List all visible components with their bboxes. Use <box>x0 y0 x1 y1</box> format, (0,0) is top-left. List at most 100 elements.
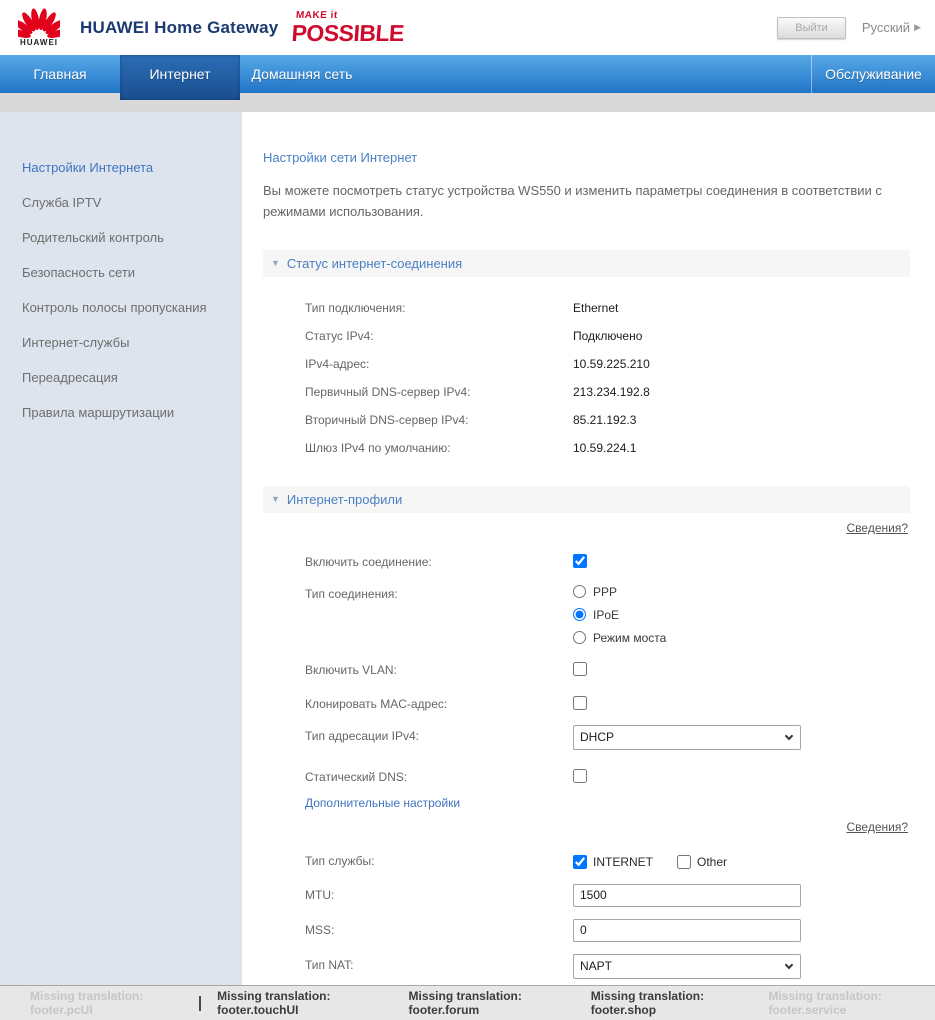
slogan-bottom-text: POSSIBLE <box>291 22 405 45</box>
ipv4-addressing-row: Тип адресации IPv4: DHCP <box>263 725 910 750</box>
field-label: Тип службы: <box>305 850 573 868</box>
bridge-mode-radio[interactable] <box>573 631 586 644</box>
status-value: 10.59.225.210 <box>573 357 650 371</box>
huawei-logo: HUAWEI <box>16 8 62 47</box>
mtu-input[interactable] <box>573 884 801 907</box>
sidebar-item-parental-control[interactable]: Родительский контроль <box>0 224 242 251</box>
sidebar-item-internet-services[interactable]: Интернет-службы <box>0 329 242 356</box>
huawei-logo-text: HUAWEI <box>20 38 58 47</box>
status-label: Первичный DNS-сервер IPv4: <box>305 385 573 399</box>
enable-connection-checkbox[interactable] <box>573 554 587 568</box>
details-row: Сведения? <box>263 818 908 836</box>
language-selector[interactable]: Русский ▶ <box>862 20 921 35</box>
static-dns-row: Статический DNS: <box>263 766 910 786</box>
status-label: Статус IPv4: <box>305 329 573 343</box>
sidebar-item-network-security[interactable]: Безопасность сети <box>0 259 242 286</box>
radio-label: Режим моста <box>593 631 666 645</box>
sidebar-item-routing-rules[interactable]: Правила маршрутизации <box>0 399 242 426</box>
nat-type-select[interactable]: NAPT <box>573 954 801 979</box>
ipoe-radio[interactable] <box>573 608 586 621</box>
field-label: Тип соединения: <box>305 583 573 601</box>
radio-label: PPP <box>593 585 617 599</box>
section-title: Настройки сети Интернет <box>263 150 910 165</box>
field-label: Включить соединение: <box>305 551 573 569</box>
footer-item-touchui[interactable]: Missing translation: footer.touchUI <box>217 989 386 1017</box>
page-title: HUAWEI Home Gateway <box>80 18 278 38</box>
chevron-right-icon: ▶ <box>914 22 921 33</box>
details-link[interactable]: Сведения? <box>847 521 909 535</box>
status-section-header[interactable]: ▼ Статус интернет-соединения <box>263 250 910 277</box>
checkbox-label: Other <box>697 855 727 869</box>
ppp-radio[interactable] <box>573 585 586 598</box>
sidebar: Настройки Интернета Служба IPTV Родитель… <box>0 112 242 985</box>
footer: Missing translation: footer.pcUI Missing… <box>0 985 935 1020</box>
field-label: Статический DNS: <box>305 766 573 784</box>
slogan-top-text: MAKE it <box>296 11 406 21</box>
status-section-title: Статус интернет-соединения <box>287 256 462 271</box>
status-row: Первичный DNS-сервер IPv4:213.234.192.8 <box>305 378 910 406</box>
collapse-triangle-icon: ▼ <box>271 494 280 504</box>
enable-vlan-row: Включить VLAN: <box>263 659 910 679</box>
field-label: MSS: <box>305 919 573 937</box>
clone-mac-row: Клонировать MAC-адрес: <box>263 693 910 713</box>
enable-connection-row: Включить соединение: <box>263 551 910 571</box>
radio-label: IPoE <box>593 608 619 622</box>
radio-option-bridge[interactable]: Режим моста <box>573 631 666 645</box>
main-panel: Настройки сети Интернет Вы можете посмот… <box>242 112 935 985</box>
clone-mac-checkbox[interactable] <box>573 696 587 710</box>
logout-button[interactable]: Выйти <box>777 17 846 39</box>
status-label: Тип подключения: <box>305 301 573 315</box>
footer-item-shop[interactable]: Missing translation: footer.shop <box>591 989 747 1017</box>
status-value: 85.21.192.3 <box>573 413 636 427</box>
static-dns-checkbox[interactable] <box>573 769 587 783</box>
footer-item-forum[interactable]: Missing translation: footer.forum <box>409 989 569 1017</box>
status-label: IPv4-адрес: <box>305 357 573 371</box>
status-value: 213.234.192.8 <box>573 385 650 399</box>
footer-item-service: Missing translation: footer.service <box>768 989 935 1017</box>
tab-home-network[interactable]: Домашняя сеть <box>240 55 364 93</box>
field-label: Тип адресации IPv4: <box>305 725 573 743</box>
status-row: Тип подключения:Ethernet <box>305 294 910 322</box>
tab-maintenance[interactable]: Обслуживание <box>811 55 935 93</box>
sidebar-item-bandwidth-control[interactable]: Контроль полосы пропускания <box>0 294 242 321</box>
other-service-checkbox[interactable] <box>677 855 691 869</box>
service-type-row: Тип службы: INTERNET Other <box>263 850 910 872</box>
header: HUAWEI HUAWEI Home Gateway MAKE it POSSI… <box>0 0 935 55</box>
field-label: Включить VLAN: <box>305 659 573 677</box>
enable-vlan-checkbox[interactable] <box>573 662 587 676</box>
make-it-possible-logo: MAKE it POSSIBLE <box>291 11 406 45</box>
status-row: Вторичный DNS-сервер IPv4:85.21.192.3 <box>305 406 910 434</box>
mss-input[interactable] <box>573 919 801 942</box>
advanced-settings-link[interactable]: Дополнительные настройки <box>305 796 460 810</box>
mss-row: MSS: <box>263 919 910 942</box>
status-value: Ethernet <box>573 301 618 315</box>
ipv4-addressing-select[interactable]: DHCP <box>573 725 801 750</box>
sidebar-item-forwarding[interactable]: Переадресация <box>0 364 242 391</box>
field-label: Тип NAT: <box>305 954 573 972</box>
status-label: Шлюз IPv4 по умолчанию: <box>305 441 573 455</box>
connection-type-row: Тип соединения: PPP IPoE Режим моста <box>263 583 910 645</box>
description-text: Вы можете посмотреть статус устройства W… <box>263 180 908 223</box>
tab-internet[interactable]: Интернет <box>120 55 240 100</box>
details-row: Сведения? <box>263 519 908 537</box>
tab-home[interactable]: Главная <box>0 55 120 93</box>
profiles-section-header[interactable]: ▼ Интернет-профили <box>263 486 910 513</box>
sidebar-item-internet-settings[interactable]: Настройки Интернета <box>0 154 242 181</box>
field-label: MTU: <box>305 884 573 902</box>
sidebar-item-iptv[interactable]: Служба IPTV <box>0 189 242 216</box>
field-label: Клонировать MAC-адрес: <box>305 693 573 711</box>
radio-option-ipoe[interactable]: IPoE <box>573 608 666 622</box>
status-label: Вторичный DNS-сервер IPv4: <box>305 413 573 427</box>
details-link[interactable]: Сведения? <box>847 820 909 834</box>
router-admin-page: HUAWEI HUAWEI Home Gateway MAKE it POSSI… <box>0 0 935 1020</box>
radio-option-ppp[interactable]: PPP <box>573 585 666 599</box>
huawei-flower-icon <box>18 8 60 40</box>
status-row: Шлюз IPv4 по умолчанию:10.59.224.1 <box>305 434 910 462</box>
main-nav: Главная Интернет Домашняя сеть Обслужива… <box>0 55 935 93</box>
internet-service-checkbox[interactable] <box>573 855 587 869</box>
status-row: IPv4-адрес:10.59.225.210 <box>305 350 910 378</box>
status-value: Подключено <box>573 329 642 343</box>
status-rows: Тип подключения:Ethernet Статус IPv4:Под… <box>263 277 910 486</box>
status-value: 10.59.224.1 <box>573 441 636 455</box>
footer-item-pcui: Missing translation: footer.pcUI <box>30 989 183 1017</box>
